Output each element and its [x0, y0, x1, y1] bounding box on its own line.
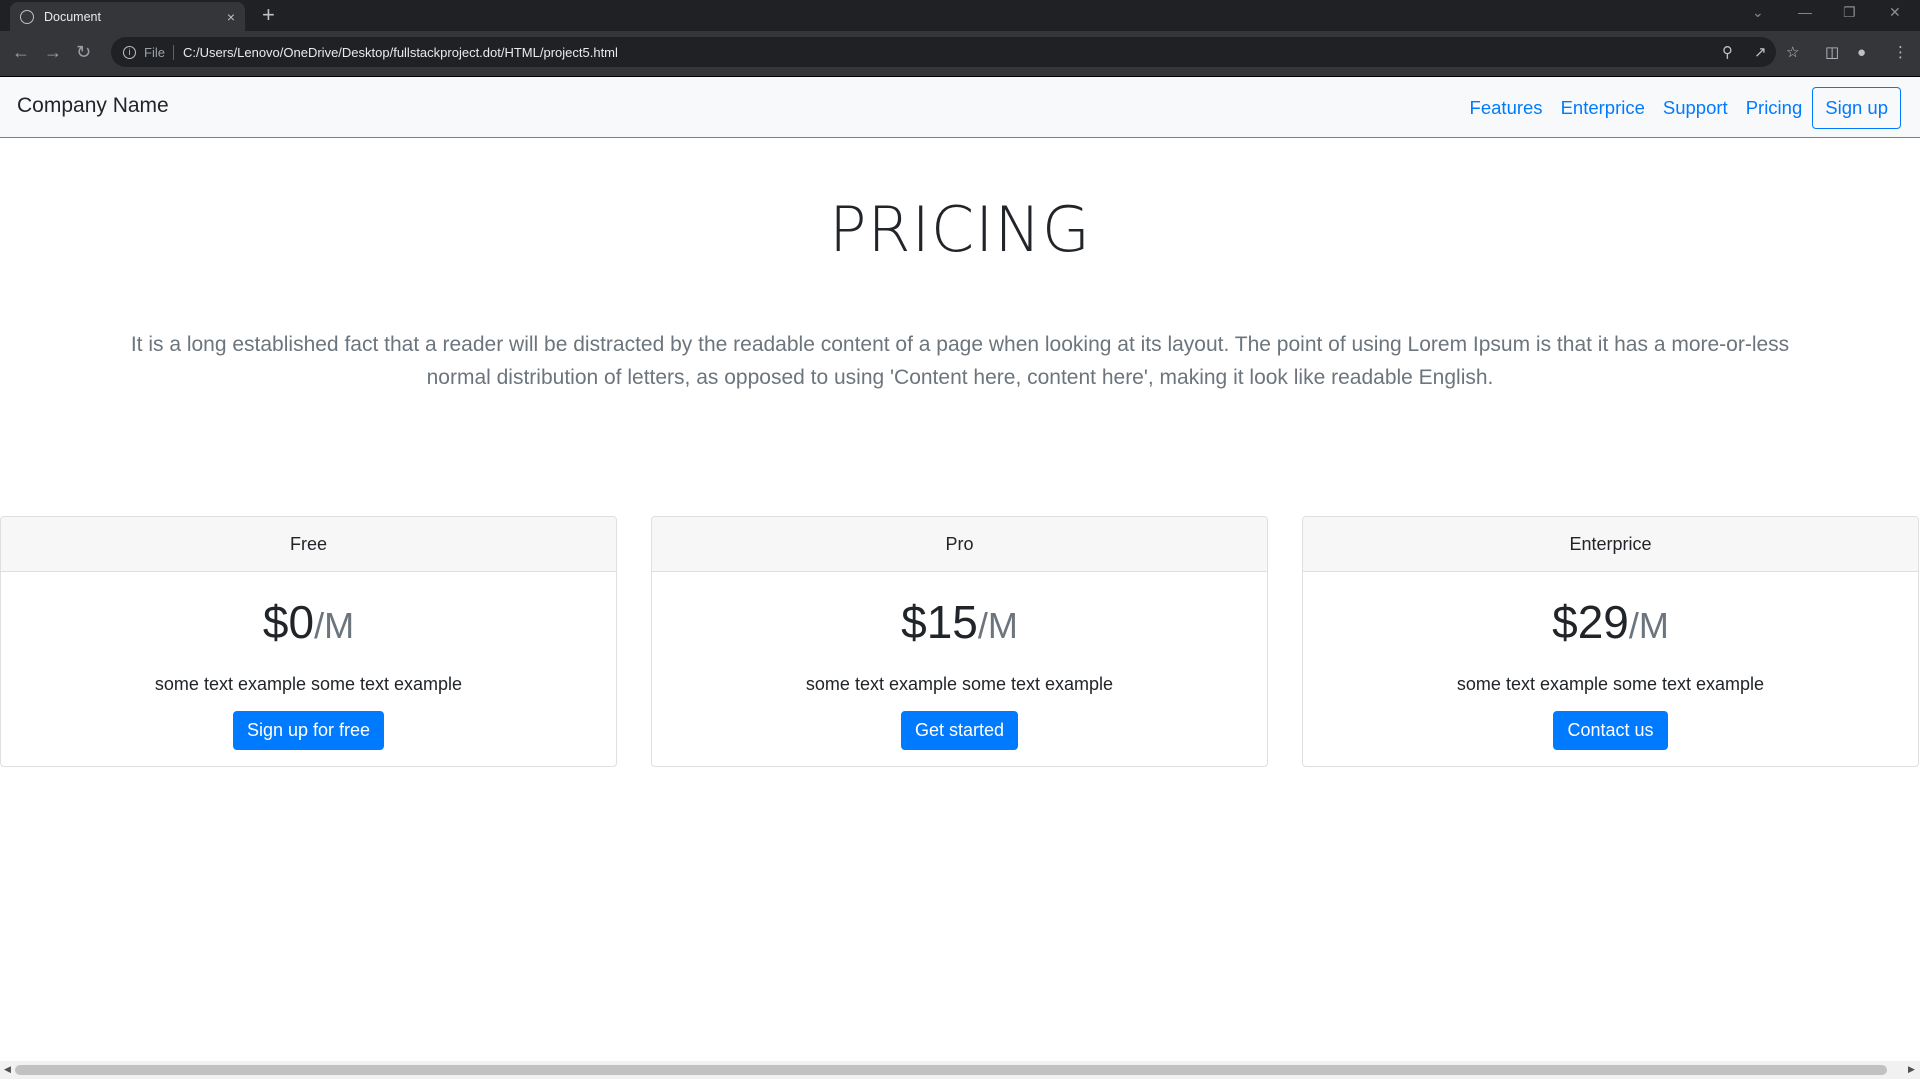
- card-text: some text example some text example: [805, 674, 1114, 694]
- profile-icon[interactable]: ●: [1857, 44, 1866, 62]
- scheme-label: File: [144, 44, 174, 60]
- horizontal-scrollbar[interactable]: ◀ ▶: [0, 1061, 1920, 1079]
- card-header: Pro: [652, 517, 1267, 572]
- nav-link-features[interactable]: Features: [1470, 97, 1543, 119]
- new-tab-icon[interactable]: +: [262, 3, 275, 27]
- price: $15/M: [652, 596, 1267, 660]
- browser-toolbar: ← → ↻ i File C:/Users/Lenovo/OneDrive/De…: [0, 31, 1920, 76]
- browser-tab[interactable]: Document ×: [10, 2, 245, 31]
- share-icon[interactable]: ↗: [1754, 44, 1767, 62]
- price-period: /M: [977, 605, 1018, 646]
- close-window-icon[interactable]: ✕: [1889, 4, 1901, 21]
- reload-icon[interactable]: ↻: [76, 41, 91, 63]
- browser-tab-strip: Document × + ⌄ — ❐ ✕: [0, 0, 1920, 31]
- pricing-card-free: Free $0/M some text example some text ex…: [0, 516, 617, 767]
- forward-arrow-icon[interactable]: →: [44, 41, 62, 63]
- scrollbar-thumb[interactable]: [15, 1065, 1887, 1075]
- address-bar[interactable]: i File C:/Users/Lenovo/OneDrive/Desktop/…: [111, 37, 1776, 67]
- restore-icon[interactable]: ❐: [1843, 4, 1856, 21]
- signup-button[interactable]: Sign up: [1812, 87, 1901, 129]
- nav-links: Features Enterprice Support Pricing Sign…: [1452, 87, 1901, 129]
- tab-title: Document: [44, 9, 101, 24]
- info-icon[interactable]: i: [123, 45, 136, 59]
- nav-link-support[interactable]: Support: [1663, 97, 1728, 119]
- lead-paragraph: It is a long established fact that a rea…: [130, 333, 1790, 389]
- scroll-right-icon[interactable]: ▶: [1908, 1064, 1915, 1075]
- tab-search-icon[interactable]: ⌄: [1752, 4, 1764, 21]
- price-amount: $0: [262, 596, 315, 648]
- get-started-button[interactable]: Get started: [900, 711, 1019, 750]
- back-arrow-icon[interactable]: ←: [12, 41, 30, 63]
- price-period: /M: [1628, 605, 1669, 646]
- zoom-icon[interactable]: ⚲: [1722, 44, 1733, 62]
- price-period: /M: [314, 605, 355, 646]
- scroll-left-icon[interactable]: ◀: [4, 1064, 11, 1075]
- price: $29/M: [1303, 596, 1918, 660]
- minimize-icon[interactable]: —: [1798, 4, 1812, 20]
- card-header: Free: [1, 517, 616, 572]
- card-text: some text example some text example: [1456, 674, 1765, 694]
- nav-link-pricing[interactable]: Pricing: [1746, 97, 1803, 119]
- globe-icon: [20, 9, 34, 24]
- price-amount: $29: [1552, 596, 1629, 648]
- side-panel-icon[interactable]: ◫: [1825, 44, 1839, 62]
- pricing-card-pro: Pro $15/M some text example some text ex…: [651, 516, 1268, 767]
- price-amount: $15: [901, 596, 978, 648]
- brand-name[interactable]: Company Name: [17, 94, 169, 118]
- tab-close-icon[interactable]: ×: [227, 9, 235, 25]
- kebab-menu-icon[interactable]: ⋮: [1893, 44, 1908, 62]
- card-text: some text example some text example: [154, 674, 463, 694]
- star-icon[interactable]: ☆: [1786, 44, 1799, 62]
- site-navbar: Company Name Features Enterprice Support…: [0, 77, 1920, 138]
- nav-link-enterprice[interactable]: Enterprice: [1561, 97, 1645, 119]
- url-text[interactable]: C:/Users/Lenovo/OneDrive/Desktop/fullsta…: [183, 45, 618, 60]
- pricing-card-enterprice: Enterprice $29/M some text example some …: [1302, 516, 1919, 767]
- price: $0/M: [1, 596, 616, 660]
- signup-free-button[interactable]: Sign up for free: [232, 711, 385, 750]
- card-header: Enterprice: [1303, 517, 1918, 572]
- page-title: PRICING: [829, 193, 1091, 266]
- contact-us-button[interactable]: Contact us: [1553, 711, 1668, 750]
